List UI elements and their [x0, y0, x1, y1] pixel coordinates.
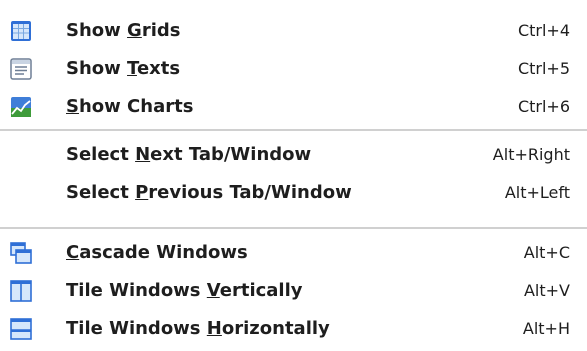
- cascade-windows-icon: [10, 242, 32, 264]
- menu-separator: [0, 227, 587, 229]
- text-icon: [10, 58, 32, 80]
- menu-item-show-texts[interactable]: Show Texts Ctrl+5: [0, 50, 587, 88]
- shortcut-label: Alt+C: [523, 243, 570, 262]
- window-menu: Show Grids Ctrl+4 Show Texts Ctrl+5 Show…: [0, 0, 587, 351]
- shortcut-label: Ctrl+6: [517, 97, 570, 116]
- shortcut-label: Alt+V: [523, 281, 570, 300]
- tile-horizontal-icon: [10, 318, 32, 340]
- shortcut-label: Ctrl+5: [517, 59, 570, 78]
- chart-icon: [10, 96, 32, 118]
- menu-item-select-next-tab[interactable]: Select Next Tab/Window Alt+Right: [0, 136, 587, 174]
- menu-item-select-previous-tab[interactable]: Select Previous Tab/Window Alt+Left: [0, 174, 587, 212]
- shortcut-label: Alt+Left: [504, 183, 570, 202]
- menu-separator: [0, 129, 587, 131]
- menu-item-tile-windows-horizontally[interactable]: Tile Windows Horizontally Alt+H: [0, 310, 587, 348]
- menu-item-tile-windows-vertically[interactable]: Tile Windows Vertically Alt+V: [0, 272, 587, 310]
- tile-vertical-icon: [10, 280, 32, 302]
- menu-item-show-charts[interactable]: Show Charts Ctrl+6: [0, 88, 587, 126]
- shortcut-label: Alt+H: [522, 319, 570, 338]
- menu-item-cascade-windows[interactable]: Cascade Windows Alt+C: [0, 234, 587, 272]
- shortcut-label: Ctrl+4: [517, 21, 570, 40]
- grid-icon: [10, 20, 32, 42]
- shortcut-label: Alt+Right: [492, 145, 570, 164]
- menu-item-show-grids[interactable]: Show Grids Ctrl+4: [0, 12, 587, 50]
